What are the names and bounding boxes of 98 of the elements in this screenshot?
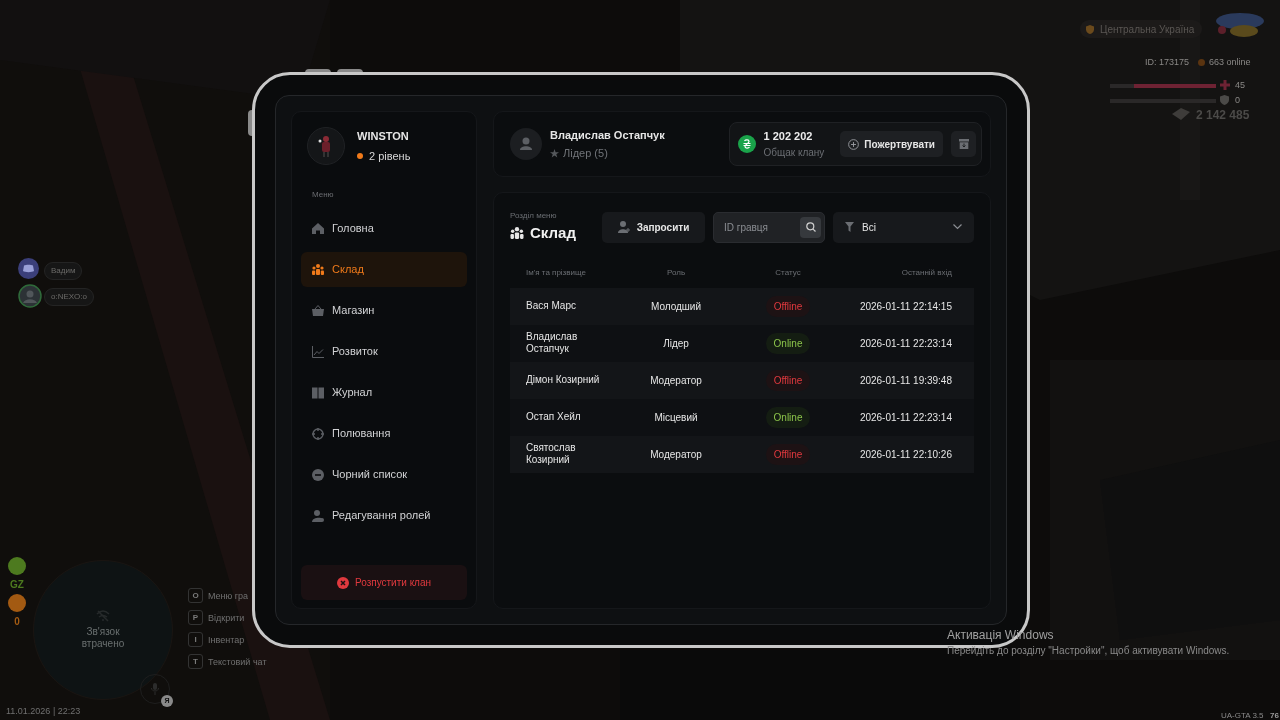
date-time: 11.01.2026 | 22:23 <box>6 705 81 718</box>
online-dot-icon <box>1198 59 1205 67</box>
player-id: ID: 173175 <box>1145 56 1190 69</box>
version-label: UA-GTA 3.5 <box>1221 710 1264 720</box>
table-cell-text: Місцевий <box>653 410 699 425</box>
menu-item[interactable]: Журнал <box>301 375 467 410</box>
shield-icon <box>1220 95 1229 105</box>
people-icon <box>510 226 524 240</box>
menu-item[interactable]: Головна <box>301 211 467 246</box>
fps-counter: 76 <box>1270 710 1279 720</box>
side-button[interactable] <box>248 110 252 136</box>
shield-icon <box>1086 24 1094 34</box>
character-avatar-icon <box>307 127 345 165</box>
hotkey-label: Текстовий чат <box>208 656 267 669</box>
star-icon <box>550 148 559 158</box>
key-cap: T <box>188 654 203 669</box>
menu-item[interactable]: Полювання <box>301 416 467 451</box>
hotkey-label: Меню гра <box>208 590 249 603</box>
status-badge: Online <box>765 332 811 354</box>
table-cell-text: Дімон Козирний <box>525 374 601 386</box>
menu-item[interactable]: Магазин <box>301 293 467 328</box>
leader-role: Лідер (5) <box>563 146 608 161</box>
table-cell-text: Владислав Остапчук <box>525 331 579 355</box>
table-cell-text: Лідер <box>662 336 690 351</box>
table-cell-text: 2026-01-11 22:23:14 <box>858 336 953 351</box>
column-header: Статус <box>774 266 802 279</box>
health-value: 45 <box>1235 79 1245 92</box>
book-icon <box>312 386 324 399</box>
online-count: 663 online <box>1209 56 1251 69</box>
table-cell-text: Молодший <box>649 299 703 314</box>
menu-item[interactable]: Склад <box>301 252 467 287</box>
status-badge: Offline <box>765 443 811 465</box>
microphone-icon <box>151 683 159 695</box>
table-cell-text: 2026-01-11 22:23:14 <box>858 410 953 425</box>
hryvnia-icon <box>737 135 756 153</box>
table-cell-text: Вася Марс <box>525 300 577 312</box>
add-user-icon <box>617 221 630 234</box>
table-cell-text: 2026-01-11 19:39:48 <box>858 373 953 388</box>
column-header: Останній вхід <box>900 266 953 279</box>
player-level: 2 рівень <box>369 148 411 164</box>
indicator-label: 0 <box>13 615 21 629</box>
close-icon <box>336 576 349 589</box>
chart-icon <box>312 345 324 358</box>
people-icon <box>312 263 324 276</box>
voice-user-name: Вадим <box>44 262 83 280</box>
menu-heading: Меню <box>311 189 335 201</box>
minus-circle-icon <box>312 468 324 481</box>
table-cell-text: Модератор <box>649 373 703 388</box>
table-cell-text: Остап Хейл <box>525 411 582 423</box>
donate-button[interactable]: Пожертвувати <box>840 131 943 157</box>
status-badge: Offline <box>765 369 811 391</box>
menu-item[interactable]: Розвиток <box>301 334 467 369</box>
armor-value: 0 <box>1235 94 1240 107</box>
table-cell-text: 2026-01-11 22:10:26 <box>858 447 953 462</box>
chevron-down-icon <box>953 224 962 231</box>
no-signal-icon <box>96 610 110 622</box>
invite-button[interactable]: Запросити <box>602 211 705 243</box>
table-cell-text: 2026-01-11 22:14:15 <box>858 299 953 314</box>
table-cell-text: Модератор <box>649 447 703 462</box>
archive-icon <box>958 139 969 149</box>
search-icon <box>805 222 816 233</box>
activation-text: Перейдіть до розділу "Настройки", щоб активувати Windows. <box>947 644 1230 658</box>
key-cap: O <box>188 588 203 603</box>
avatar-icon <box>18 284 42 308</box>
hotkey-label: Відкрити <box>208 612 245 625</box>
indicator-label: GZ <box>9 578 25 592</box>
hotkey-label: Інвентар <box>208 634 245 647</box>
crosshair-icon <box>312 427 324 440</box>
column-header: Ім'я та прізвище <box>525 266 587 279</box>
column-header: Роль <box>665 266 687 279</box>
user-avatar-icon <box>510 128 542 160</box>
status-badge: Offline <box>765 295 811 317</box>
home-icon <box>312 222 324 235</box>
plus-circle-icon <box>848 138 860 150</box>
status-badge: Online <box>765 406 811 428</box>
leader-name: Владислав Остапчук <box>550 127 665 143</box>
cross-icon <box>1220 80 1230 90</box>
section-caption: Розділ меню <box>510 210 558 222</box>
region-label: Центральна Україна <box>1100 22 1195 37</box>
level-dot-icon <box>357 152 363 159</box>
connection-status: Зв'язок втрачено <box>80 626 126 650</box>
table-cell-text: Святослав Козирний <box>525 442 577 466</box>
key-cap: P <box>188 610 203 625</box>
disband-button[interactable]: Розпустити клан <box>301 565 467 600</box>
archive-button[interactable] <box>951 131 976 157</box>
voice-user-name: o:NEXO:o <box>44 288 94 306</box>
key-cap: I <box>188 632 203 647</box>
basket-icon <box>312 304 324 317</box>
search-button[interactable] <box>800 216 821 238</box>
discord-icon <box>18 258 39 279</box>
filter-icon <box>845 222 854 233</box>
filter-dropdown[interactable]: Всі <box>833 211 974 243</box>
menu-item[interactable]: Редагування ролей <box>301 498 467 533</box>
treasury-amount: 1 202 202 <box>763 129 814 145</box>
treasury-label: Общак клану <box>763 145 825 160</box>
player-name: WINSTON <box>357 129 410 144</box>
section-title: Склад <box>530 223 576 243</box>
menu-item[interactable]: Чорний список <box>301 457 467 492</box>
